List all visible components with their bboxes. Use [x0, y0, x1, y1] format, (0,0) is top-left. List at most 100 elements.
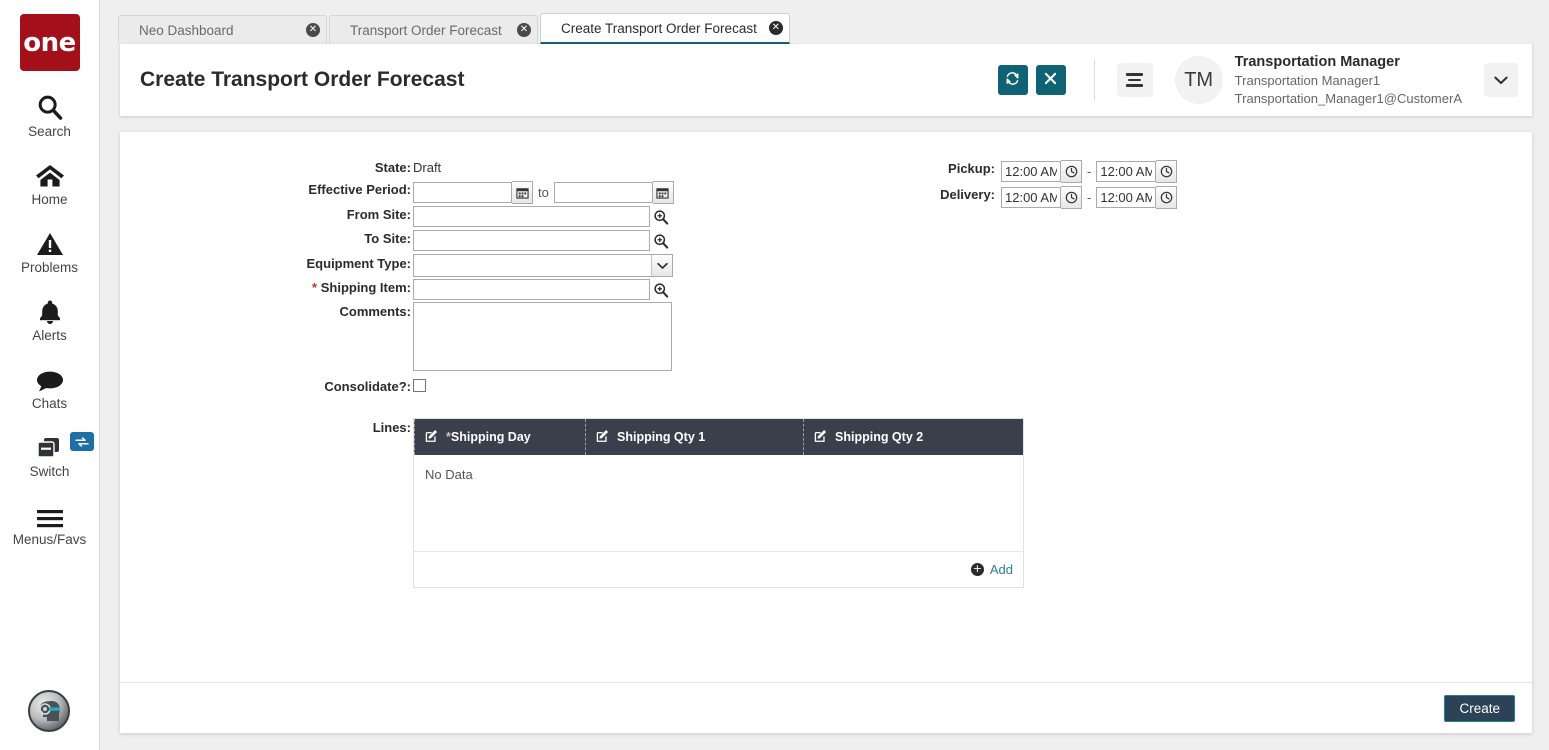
field-from-site-label: From Site:: [280, 207, 416, 222]
warning-triangle-icon: [36, 227, 64, 257]
tab-neo-dashboard[interactable]: Neo Dashboard ✕: [118, 15, 327, 44]
create-button[interactable]: Create: [1444, 694, 1515, 722]
sidebar-item-label: Chats: [31, 396, 68, 411]
clock-icon[interactable]: [1156, 160, 1178, 183]
clock-icon[interactable]: [1061, 160, 1082, 183]
sidebar-item-menus-favs[interactable]: Menus/Favs: [0, 499, 100, 547]
lines-grid-footer: + Add: [414, 551, 1023, 586]
add-line-link[interactable]: Add: [990, 562, 1013, 577]
field-effective-period-label: Effective Period:: [240, 182, 416, 197]
field-delivery-label: Delivery:: [800, 187, 1000, 202]
consolidate-checkbox[interactable]: [413, 379, 426, 392]
calendar-icon[interactable]: [652, 181, 674, 204]
sidebar-item-alerts[interactable]: Alerts: [0, 295, 100, 343]
hamburger-icon: [1126, 73, 1144, 76]
content-panel: State: Draft Effective Period: to From S…: [120, 132, 1532, 733]
tab-label: Transport Order Forecast: [350, 22, 502, 38]
field-label: From Site:: [346, 207, 411, 222]
required-marker: *: [312, 280, 318, 295]
field-label-text: Shipping Item:: [320, 280, 411, 295]
windows-stack-icon: [34, 431, 66, 461]
field-effective-period: to: [413, 181, 674, 204]
pencil-square-icon: [425, 429, 439, 446]
field-lines-label: Lines:: [296, 420, 416, 435]
tab-transport-order-forecast[interactable]: Transport Order Forecast ✕: [329, 15, 538, 44]
effective-period-to-input[interactable]: [553, 182, 653, 203]
magnifier-plus-icon[interactable]: [650, 282, 672, 298]
sidebar-item-problems[interactable]: Problems: [0, 227, 100, 275]
tab-create-transport-order-forecast[interactable]: Create Transport Order Forecast ✕: [540, 13, 790, 44]
field-comments-label: Comments:: [296, 304, 416, 319]
bell-icon: [37, 295, 63, 325]
refresh-button[interactable]: [997, 65, 1028, 95]
field-from-site: [413, 206, 672, 227]
pickup-separator-text: -: [1087, 164, 1092, 179]
field-label: * Shipping Item:: [312, 280, 416, 295]
field-to-site-label: To Site:: [296, 231, 416, 246]
calendar-icon[interactable]: [512, 181, 533, 204]
sidebar-item-chats[interactable]: Chats: [0, 363, 100, 411]
user-menu-button[interactable]: [1484, 63, 1518, 97]
user-name: Transportation Manager1: [1234, 73, 1381, 89]
brand-logo[interactable]: one: [19, 14, 80, 71]
header-menu-button[interactable]: [1116, 63, 1153, 97]
to-site-input[interactable]: [413, 230, 650, 251]
forecast-form: State: Draft Effective Period: to From S…: [120, 132, 1532, 681]
sidebar-item-switch[interactable]: Switch: [0, 431, 100, 479]
delivery-from-input[interactable]: [1001, 187, 1061, 208]
app-root: one Search Home Problems Alerts Chats Sw…: [0, 0, 1549, 750]
field-comments: [413, 302, 672, 371]
column-header-text: *Shipping Day: [446, 430, 531, 444]
chevron-down-icon: [651, 255, 672, 276]
page-header: Create Transport Order Forecast TM Trans…: [120, 44, 1532, 116]
close-circle-icon[interactable]: ✕: [306, 23, 320, 37]
close-page-button[interactable]: [1035, 65, 1066, 95]
close-circle-icon[interactable]: ✕: [768, 21, 783, 35]
delivery-to-input[interactable]: [1096, 187, 1157, 208]
field-consolidate-label: Consolidate?:: [296, 379, 416, 394]
column-header-shipping-qty-1[interactable]: Shipping Qty 1: [585, 419, 803, 455]
tab-label: Neo Dashboard: [139, 22, 234, 38]
sidebar-item-label: Menus/Favs: [12, 532, 87, 547]
sidebar-item-label: Search: [28, 124, 71, 139]
tab-strip: Neo Dashboard ✕ Transport Order Forecast…: [100, 0, 1549, 44]
equipment-type-select[interactable]: [413, 254, 673, 277]
field-label: Consolidate?:: [324, 379, 411, 394]
sidebar-item-label: Alerts: [32, 328, 67, 343]
from-site-input[interactable]: [413, 206, 650, 227]
column-header-text: Shipping Qty 2: [835, 430, 924, 444]
clock-icon[interactable]: [1061, 186, 1082, 209]
column-header-shipping-day[interactable]: *Shipping Day: [414, 419, 585, 455]
effective-period-from-input[interactable]: [413, 182, 512, 203]
close-circle-icon[interactable]: ✕: [517, 23, 531, 37]
sidebar-item-search[interactable]: Search: [0, 91, 100, 139]
lines-grid-body: No Data: [414, 455, 1023, 551]
ai-head-avatar-icon[interactable]: [28, 690, 70, 732]
tab-label: Create Transport Order Forecast: [561, 20, 757, 36]
state-value-wrap: Draft: [413, 160, 441, 175]
pickup-to-input[interactable]: [1096, 161, 1157, 182]
sidebar-item-home[interactable]: Home: [0, 159, 100, 207]
field-pickup: -: [1001, 160, 1178, 183]
field-pickup-label: Pickup:: [800, 161, 1000, 176]
shipping-item-input[interactable]: [413, 279, 650, 300]
swap-arrows-icon[interactable]: [69, 432, 94, 451]
clock-icon[interactable]: [1156, 186, 1178, 209]
chevron-down-icon: [1494, 73, 1508, 88]
x-icon: [1044, 72, 1057, 88]
avatar[interactable]: TM: [1174, 56, 1223, 104]
plus-circle-icon[interactable]: +: [970, 562, 984, 576]
field-label: Lines:: [372, 420, 411, 435]
comments-textarea[interactable]: [413, 302, 672, 371]
user-role: Transportation Manager: [1234, 53, 1400, 70]
field-shipping-item: [413, 279, 672, 300]
pickup-from-input[interactable]: [1001, 161, 1061, 182]
column-header-shipping-qty-2[interactable]: Shipping Qty 2: [803, 419, 1023, 455]
field-state: State:: [296, 160, 416, 175]
field-equipment-type: [413, 254, 673, 277]
magnifier-plus-icon[interactable]: [650, 233, 672, 249]
refresh-icon: [1005, 71, 1020, 89]
lines-grid: *Shipping Day Shipping Qty 1 Shipping Qt…: [413, 418, 1024, 588]
magnifier-plus-icon[interactable]: [650, 209, 672, 225]
field-consolidate: [413, 379, 426, 392]
